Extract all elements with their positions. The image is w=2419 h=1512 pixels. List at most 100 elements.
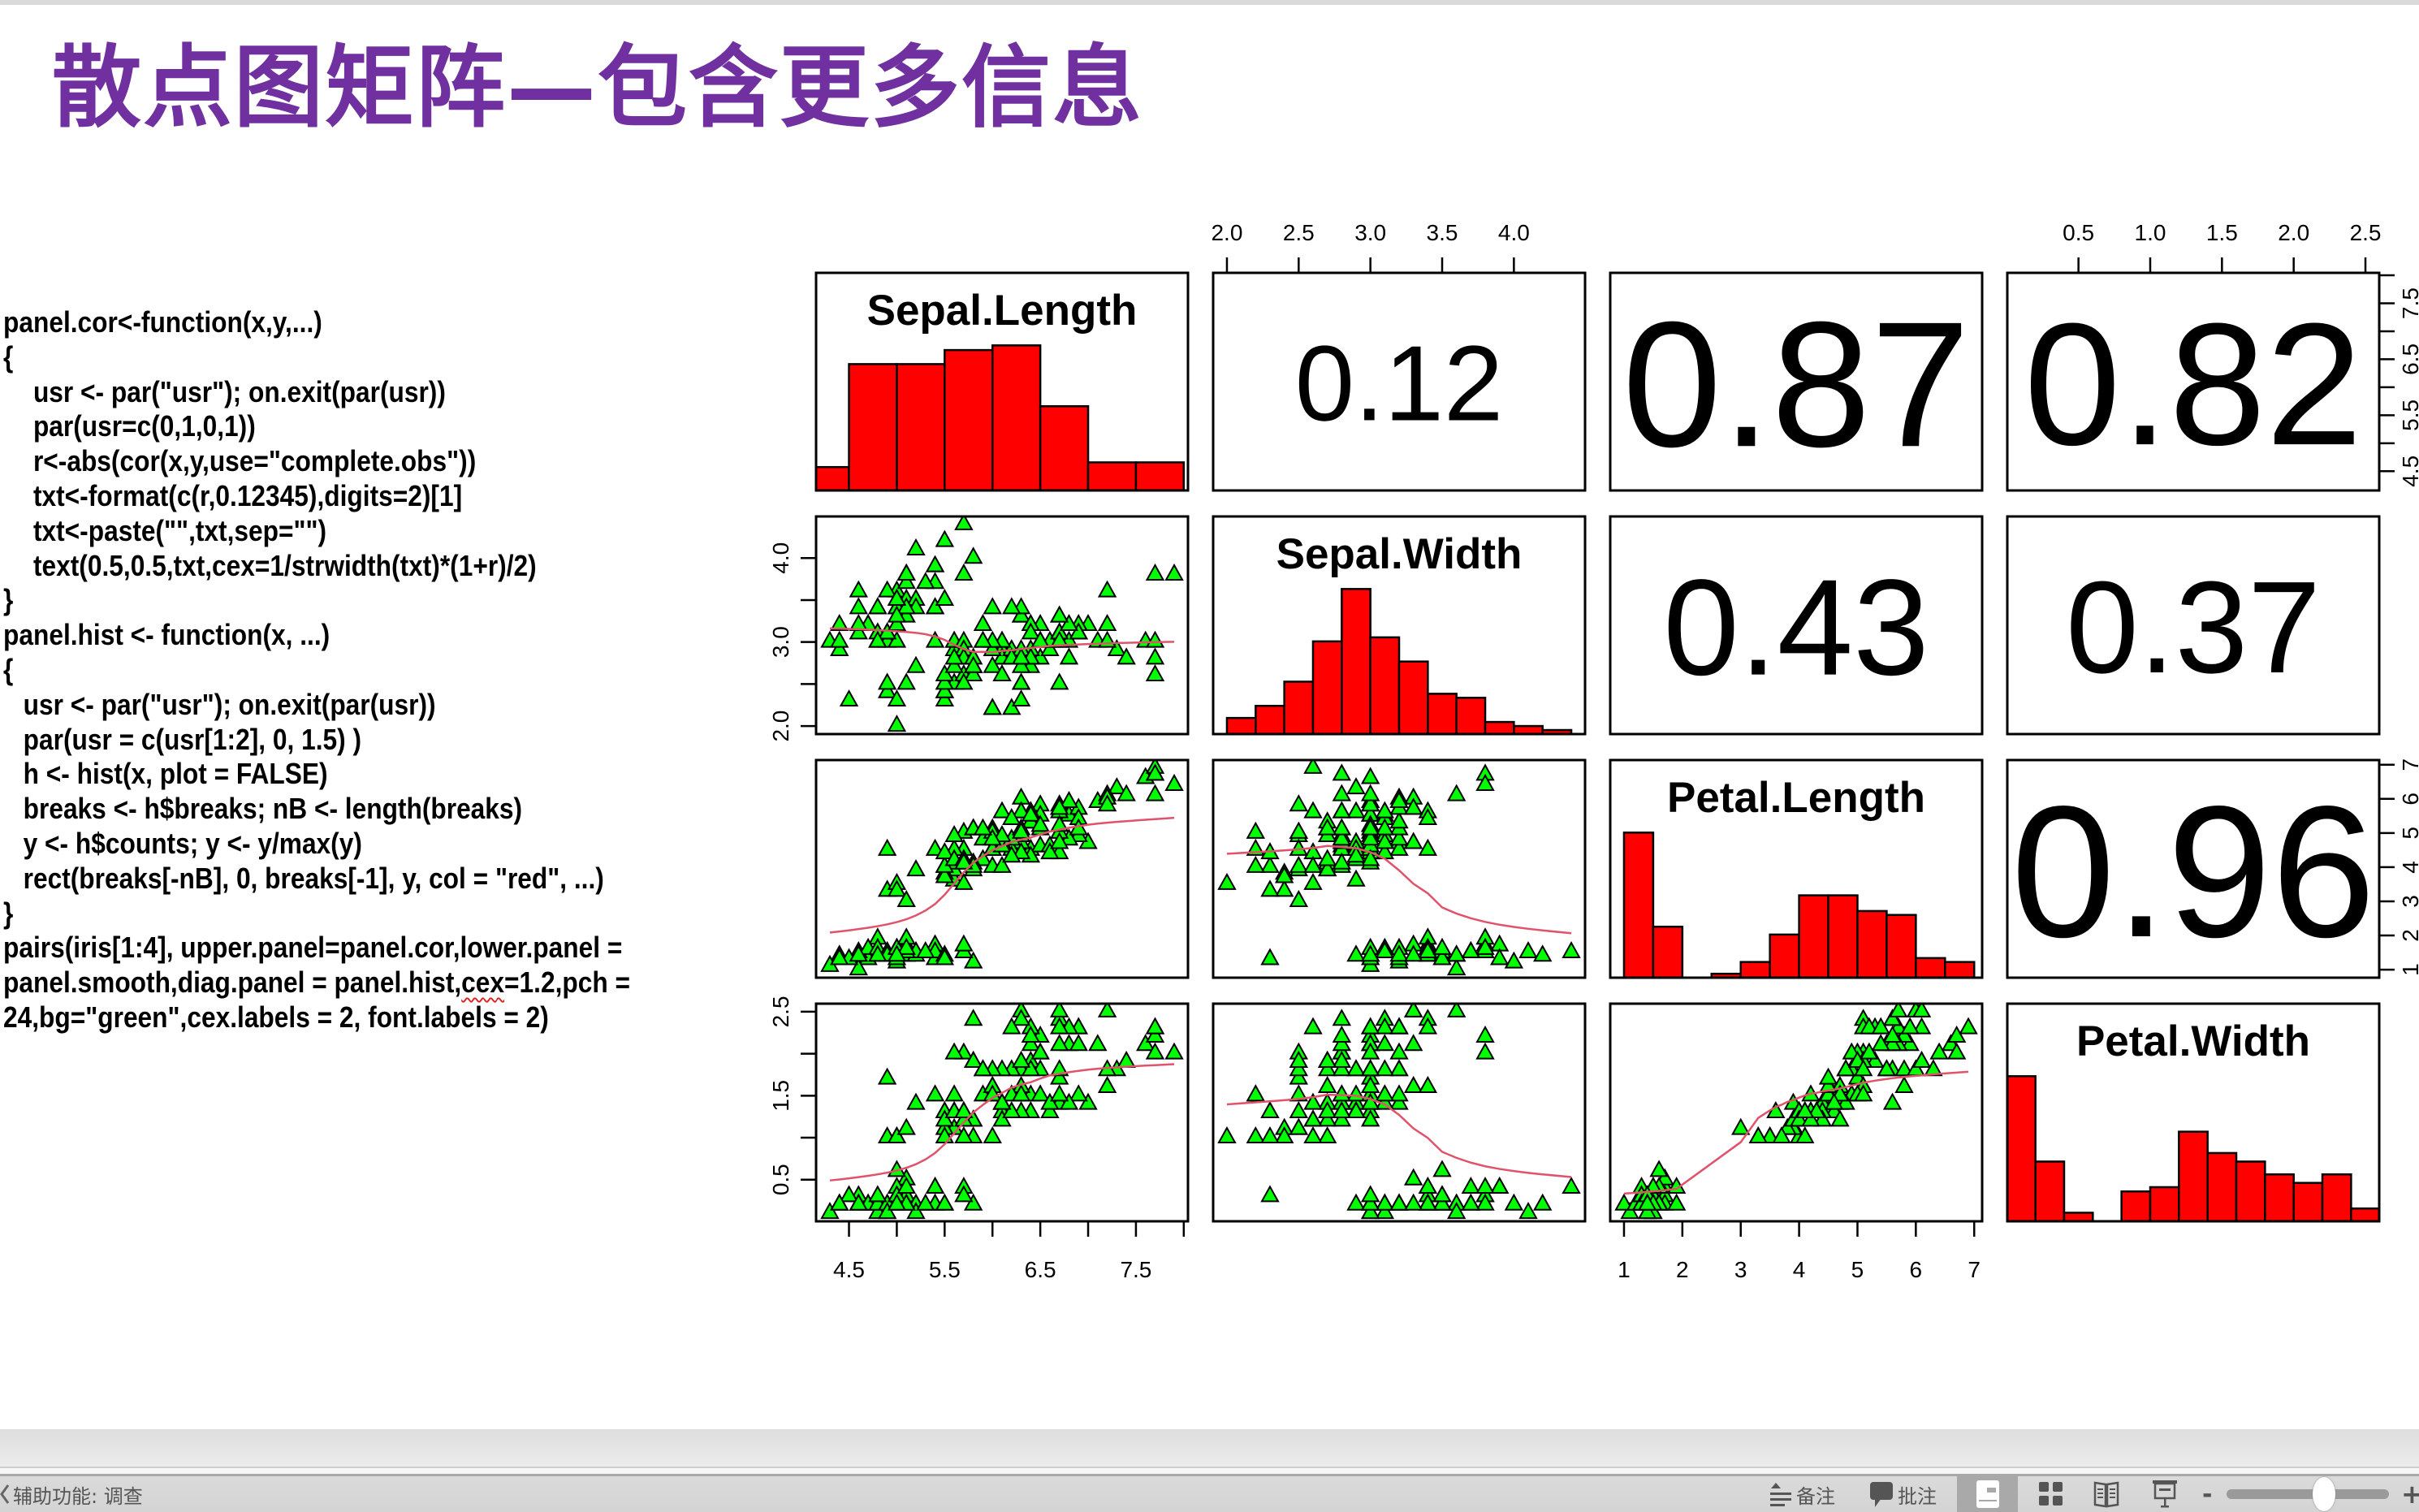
accessibility-icon bbox=[0, 1484, 10, 1504]
histogram-bar bbox=[2264, 1173, 2295, 1221]
data-point bbox=[1332, 801, 1352, 819]
histogram-bar bbox=[1915, 957, 1946, 978]
data-point bbox=[906, 655, 926, 673]
status-bar: 辅助功能: 调查 备注 批注 - + bbox=[0, 1474, 2419, 1512]
data-point bbox=[1489, 1177, 1510, 1194]
scatter-panel bbox=[820, 760, 1184, 976]
axis-tick-label: 4.5 bbox=[2398, 456, 2419, 487]
data-point bbox=[1145, 563, 1165, 581]
histogram-bar bbox=[1856, 909, 1888, 978]
data-point bbox=[868, 1185, 888, 1203]
scatter-panel bbox=[1614, 1004, 1978, 1220]
scatter-panel bbox=[1217, 760, 1581, 976]
data-point bbox=[1389, 1017, 1409, 1035]
axis-tick-label: 2.0 bbox=[768, 711, 793, 742]
data-point bbox=[1011, 689, 1031, 707]
axis-tick-label: 6.5 bbox=[2398, 343, 2419, 375]
axis-tick-label: 5.5 bbox=[2398, 400, 2419, 431]
accessibility-status[interactable]: 辅助功能: 调查 bbox=[0, 1476, 143, 1512]
data-point bbox=[1260, 1100, 1280, 1118]
data-point bbox=[1432, 1185, 1452, 1203]
data-point bbox=[1389, 1193, 1409, 1211]
data-point bbox=[1246, 855, 1265, 873]
data-point bbox=[1418, 1177, 1438, 1194]
data-point bbox=[1562, 940, 1581, 959]
scatter-matrix-chart: Sepal.Length Sepal.Width Petal.Length Petal… bbox=[768, 220, 2419, 1282]
axis-tick-label: 2 bbox=[1676, 1257, 1689, 1282]
normal-view-button[interactable] bbox=[1957, 1476, 2018, 1512]
axis-tick-label: 2.0 bbox=[1211, 220, 1242, 245]
data-point bbox=[1748, 1125, 1768, 1144]
histogram-bar bbox=[1369, 636, 1401, 734]
axis-tick-label: 4.0 bbox=[768, 542, 793, 574]
zoom-out-button[interactable]: - bbox=[2202, 1476, 2212, 1512]
data-point bbox=[1117, 1050, 1136, 1068]
scatter-panel bbox=[820, 516, 1184, 732]
data-point bbox=[1097, 1075, 1117, 1093]
data-point bbox=[1389, 1059, 1409, 1077]
zoom-in-button[interactable]: + bbox=[2401, 1476, 2419, 1512]
axis-tick-label: 3.0 bbox=[1354, 220, 1386, 245]
notes-button[interactable]: 备注 bbox=[1770, 1476, 1835, 1512]
data-point bbox=[1303, 1109, 1323, 1127]
data-point bbox=[1317, 1125, 1337, 1144]
data-point bbox=[1504, 1193, 1524, 1211]
histogram-bar bbox=[2350, 1207, 2379, 1221]
axis-tick-label: 7 bbox=[2398, 758, 2419, 771]
diag-panel-Petal.Width bbox=[2007, 1075, 2379, 1221]
axis-tick-label: 4.0 bbox=[1498, 220, 1530, 245]
data-point bbox=[1332, 1084, 1352, 1102]
axis-tick-label: 1.5 bbox=[2206, 220, 2238, 245]
data-point bbox=[1332, 1009, 1352, 1026]
correlation-value: 0.43 bbox=[1663, 551, 1929, 704]
data-point bbox=[839, 689, 859, 707]
histogram-bar bbox=[896, 363, 946, 490]
comments-label[interactable]: 批注 bbox=[1898, 1480, 1937, 1509]
slide-sorter-button[interactable] bbox=[2035, 1476, 2067, 1512]
data-point bbox=[1049, 1084, 1069, 1102]
data-point bbox=[925, 1177, 945, 1194]
histogram-bar bbox=[1622, 832, 1655, 978]
data-point bbox=[1346, 1084, 1366, 1102]
data-point bbox=[1246, 1125, 1265, 1144]
histogram-bar bbox=[1341, 588, 1371, 734]
data-point bbox=[877, 672, 897, 690]
zoom-slider-track[interactable] bbox=[2227, 1477, 2389, 1511]
data-point bbox=[1289, 1117, 1309, 1135]
variable-label: Sepal.Width bbox=[1276, 530, 1523, 578]
data-point bbox=[1533, 944, 1553, 962]
data-point bbox=[954, 563, 974, 581]
histogram-bar bbox=[2007, 1075, 2037, 1221]
accessibility-label: 辅助功能: 调查 bbox=[13, 1484, 143, 1508]
reading-view-button[interactable] bbox=[2090, 1476, 2123, 1512]
data-point bbox=[849, 580, 868, 598]
zoom-slider-thumb[interactable] bbox=[2313, 1477, 2335, 1511]
data-point bbox=[849, 597, 868, 615]
axis-tick-label: 3 bbox=[1734, 1257, 1747, 1282]
axis-tick-label: 6 bbox=[2398, 793, 2419, 806]
histogram-bar bbox=[848, 363, 898, 490]
histogram-bar bbox=[1086, 461, 1138, 490]
diag-panel-Sepal.Width bbox=[1225, 588, 1573, 734]
data-point bbox=[906, 1092, 926, 1110]
axis-tick-label: 1.0 bbox=[2135, 220, 2166, 245]
data-point bbox=[1246, 1084, 1265, 1102]
histogram-bar bbox=[1134, 461, 1186, 490]
data-point bbox=[1403, 1034, 1423, 1052]
data-point bbox=[1217, 872, 1237, 890]
histogram-bar bbox=[2235, 1160, 2266, 1221]
diag-panel-Petal.Length bbox=[1622, 832, 1976, 978]
data-point bbox=[1164, 773, 1184, 791]
zoom-slider[interactable] bbox=[2227, 1476, 2393, 1512]
data-point bbox=[963, 546, 983, 564]
data-point bbox=[1097, 580, 1117, 598]
slideshow-button[interactable] bbox=[2149, 1476, 2181, 1512]
data-point bbox=[1246, 821, 1265, 839]
axis-tick-label: 2.0 bbox=[2278, 220, 2309, 245]
data-point bbox=[925, 1084, 945, 1102]
histogram-bar bbox=[1484, 720, 1515, 734]
comments-button[interactable]: 批注 bbox=[1870, 1476, 1937, 1512]
data-point bbox=[1088, 1034, 1108, 1052]
axis-tick-label: 0.5 bbox=[768, 1164, 793, 1195]
axis-tick-label: 4 bbox=[2398, 861, 2419, 874]
